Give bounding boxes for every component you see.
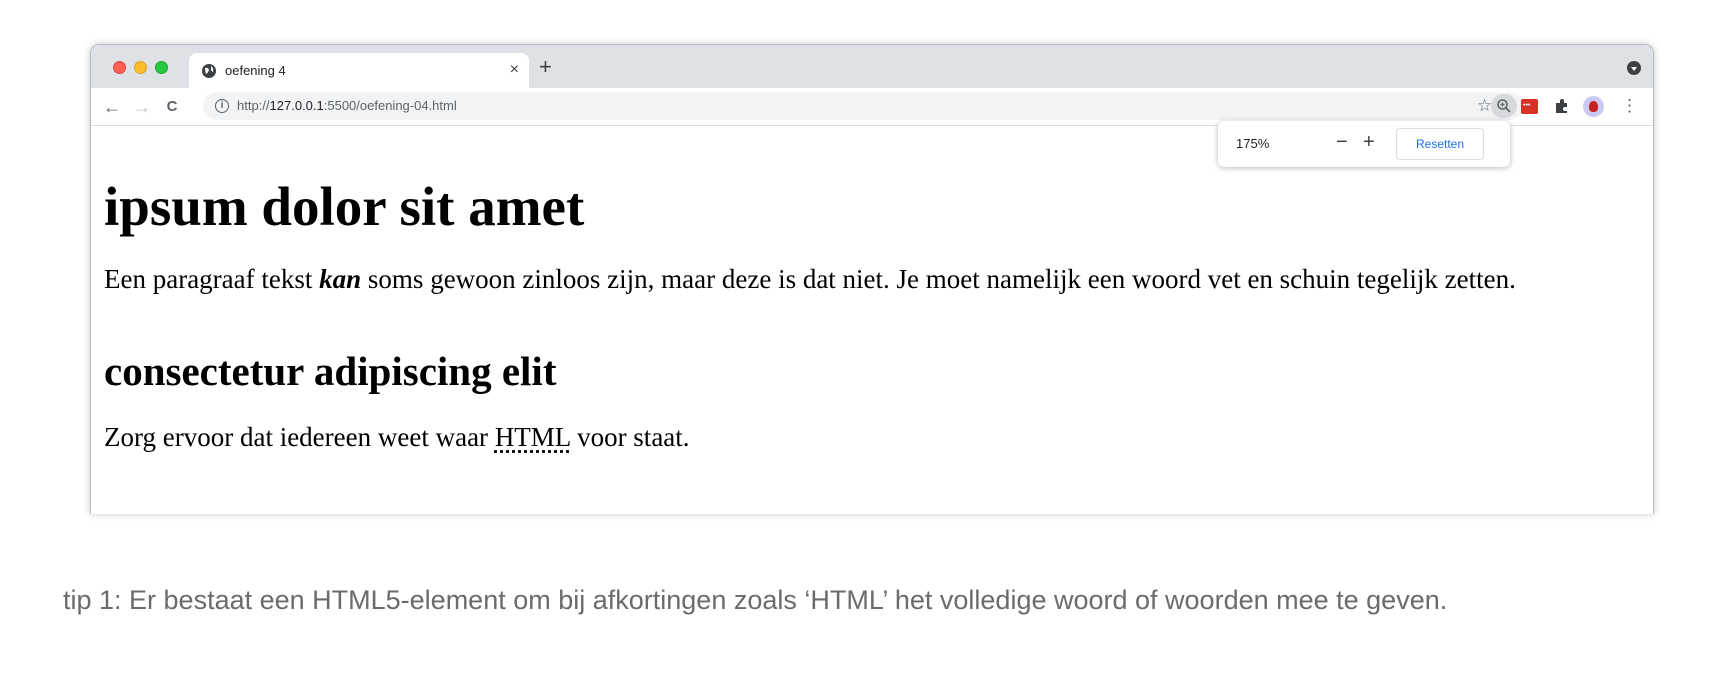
paragraph-2: Zorg ervoor dat iedereen weet waar HTML … bbox=[104, 422, 690, 452]
site-info-icon[interactable]: i bbox=[215, 99, 229, 113]
new-tab-button[interactable]: + bbox=[539, 55, 552, 79]
url-text[interactable]: http://127.0.0.1:5500/oefening-04.html bbox=[237, 98, 457, 113]
zoom-in-button[interactable]: + bbox=[1363, 131, 1375, 153]
menu-icon[interactable]: ⋮ bbox=[1621, 96, 1638, 116]
zoom-icon[interactable] bbox=[1491, 94, 1517, 118]
window-controls bbox=[113, 61, 176, 74]
zoom-out-button[interactable]: − bbox=[1336, 131, 1348, 153]
minimize-window-button[interactable] bbox=[134, 61, 147, 74]
zoom-level: 175% bbox=[1236, 136, 1270, 151]
browser-window: oefening 4 × + ← → C i http://127.0.0.1:… bbox=[90, 44, 1654, 514]
page-heading-2: consectetur adipiscing elit bbox=[104, 348, 557, 394]
html-abbreviation[interactable]: HTML bbox=[495, 422, 571, 452]
zoom-popup: 175% − + Resetten bbox=[1218, 121, 1510, 167]
reload-button[interactable]: C bbox=[161, 96, 183, 118]
tip-text: tip 1: Er bestaat een HTML5-element om b… bbox=[63, 585, 1448, 615]
puzzle-icon[interactable] bbox=[1553, 97, 1571, 115]
page-heading-1: ipsum dolor sit amet bbox=[104, 176, 585, 237]
extension-red-icon[interactable] bbox=[1521, 99, 1538, 114]
page-content: ipsum dolor sit amet Een paragraaf tekst… bbox=[91, 127, 1653, 514]
close-window-button[interactable] bbox=[113, 61, 126, 74]
forward-button[interactable]: → bbox=[131, 96, 153, 118]
tab-oefening-4[interactable]: oefening 4 × bbox=[189, 53, 529, 88]
paragraph-1: Een paragraaf tekst kan soms gewoon zinl… bbox=[104, 264, 1516, 294]
globe-icon bbox=[202, 64, 216, 78]
profile-avatar[interactable] bbox=[1583, 96, 1604, 117]
maximize-window-button[interactable] bbox=[155, 61, 168, 74]
bookmark-star-icon[interactable]: ☆ bbox=[1477, 96, 1492, 116]
back-button[interactable]: ← bbox=[101, 96, 123, 118]
address-bar[interactable]: i http://127.0.0.1:5500/oefening-04.html bbox=[203, 92, 1523, 120]
bold-italic-word: kan bbox=[319, 264, 362, 294]
reset-zoom-button[interactable]: Resetten bbox=[1396, 128, 1484, 160]
tab-strip: oefening 4 × + bbox=[91, 45, 1653, 88]
tab-search-icon[interactable] bbox=[1627, 61, 1641, 75]
tab-title: oefening 4 bbox=[225, 63, 286, 78]
tab-close-icon[interactable]: × bbox=[510, 60, 519, 80]
